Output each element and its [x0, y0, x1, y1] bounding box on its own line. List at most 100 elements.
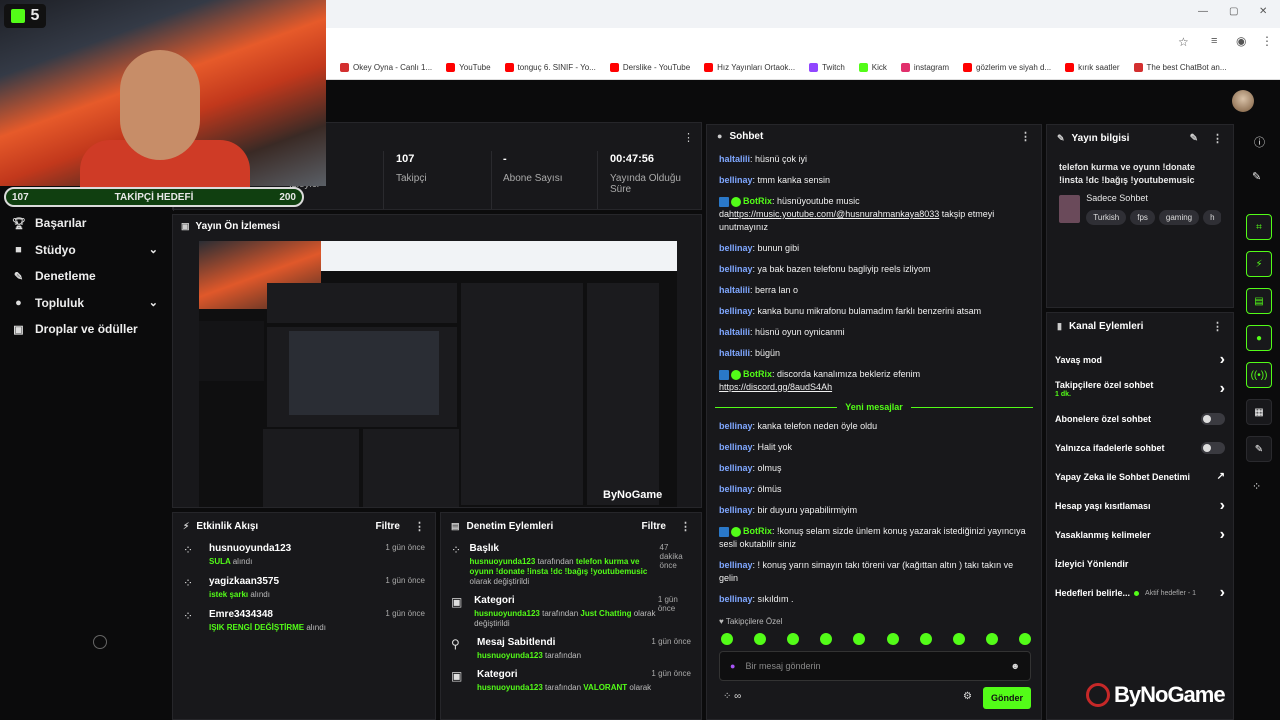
bookmark-item[interactable]: Kick — [858, 63, 887, 72]
bookmark-item[interactable]: tonguç 6. SINIF - Yo... — [504, 63, 596, 72]
info-icon[interactable]: ⓘ — [1254, 134, 1265, 150]
activity-event[interactable]: ⁘ husnuoyunda123 SULA alındı 1 gün önce — [173, 539, 435, 572]
emote[interactable] — [820, 633, 833, 645]
channel-action-item[interactable]: Yalnızca ifadelerle sohbet — [1047, 433, 1233, 462]
sidebar-item-moderation[interactable]: ✎ Denetleme — [0, 263, 172, 290]
channel-action-item[interactable]: Yasaklanmış kelimeler › — [1047, 520, 1233, 549]
chat-username[interactable]: BotRix — [743, 526, 772, 536]
chat-username[interactable]: bellinay — [719, 243, 753, 253]
chat-username[interactable]: bellinay — [719, 264, 753, 274]
bookmark-item[interactable]: YouTube — [446, 63, 491, 72]
sidebar-item-community[interactable]: ● Topluluk ⌄ — [0, 290, 172, 317]
chat-link[interactable]: https://music.youtube.com/@husnurahmanka… — [729, 209, 939, 219]
more-options-icon[interactable]: ⋮ — [1212, 320, 1223, 333]
chat-bubble-icon[interactable]: ● — [1246, 325, 1272, 351]
channel-action-item[interactable]: Yapay Zeka ile Sohbet Denetimi ↗ — [1047, 462, 1233, 491]
moderation-event[interactable]: ⚲ Mesaj Sabitlendi husnuoyunda123 tarafınd… — [441, 633, 701, 665]
chat-link[interactable]: https://discord.gg/8audS4Ah — [719, 382, 832, 392]
activity-filter-button[interactable]: Filtre — [376, 521, 400, 532]
chat-input[interactable]: ● Bir mesaj gönderin ☻ — [719, 651, 1031, 681]
document-icon[interactable]: ▤ — [1246, 288, 1272, 314]
chat-username[interactable]: BotRix — [743, 196, 772, 206]
stream-preview-video[interactable]: ByNoGame — [199, 241, 677, 507]
toggle-switch[interactable] — [1201, 412, 1225, 425]
star-icon[interactable]: ☆ — [1178, 35, 1189, 49]
more-options-icon[interactable]: ⋮ — [414, 520, 425, 533]
tag[interactable]: Turkish — [1086, 210, 1127, 225]
bookmark-item[interactable]: Derslike - YouTube — [609, 63, 690, 72]
channel-action-item[interactable]: Yavaş mod › — [1047, 345, 1233, 374]
more-options-icon[interactable]: ⋮ — [683, 131, 694, 144]
profile-icon[interactable]: ◉ — [1236, 34, 1246, 48]
gear-icon[interactable]: ⚙︎ — [963, 691, 972, 702]
bookmark-item[interactable]: gözlerim ve siyah d... — [963, 63, 1051, 72]
chat-username[interactable]: bellinay — [719, 463, 753, 473]
broadcast-icon[interactable]: ((•)) — [1246, 362, 1272, 388]
emote[interactable] — [1018, 633, 1031, 645]
sidebar-item-achievements[interactable]: 🏆︎ Başarılar — [0, 210, 172, 237]
avatar[interactable] — [1232, 90, 1254, 112]
users-icon[interactable]: ⁘ — [1252, 480, 1261, 493]
moderation-event[interactable]: ▣ Kategori husnuoyunda123 tarafından VALOR… — [441, 665, 701, 697]
sidebar-item-studio[interactable]: ■ Stüdyo ⌄ — [0, 237, 172, 264]
activity-event[interactable]: ⁘ yagizkaan3575 istek şarkı alındı 1 gün ön… — [173, 572, 435, 605]
emote[interactable] — [754, 633, 767, 645]
bookmark-item[interactable]: Hız Yayınları Ortaok... — [704, 63, 795, 72]
chat-username[interactable]: bellinay — [719, 594, 753, 604]
more-options-icon[interactable]: ⋮ — [1020, 130, 1031, 143]
emoji-picker-icon[interactable]: ☻ — [1011, 661, 1020, 671]
edit-icon[interactable]: ✎ — [1190, 133, 1198, 144]
activity-event[interactable]: ⁘ Emre3434348 IŞIK RENGİ DEĞİŞTİRME alındı… — [173, 605, 435, 638]
emote[interactable] — [853, 633, 866, 645]
address-bar[interactable]: ☆ ≡ ◉ ⋮ — [326, 28, 1280, 56]
more-options-icon[interactable]: ⋮ — [680, 520, 691, 533]
close-icon[interactable]: ✕ — [1259, 6, 1267, 17]
chat-username[interactable]: haltalili — [719, 327, 750, 337]
chat-username[interactable]: bellinay — [719, 505, 753, 515]
emote[interactable] — [787, 633, 800, 645]
bookmark-item[interactable]: Twitch — [809, 63, 845, 72]
chat-username[interactable]: bellinay — [719, 175, 753, 185]
chat-username[interactable]: haltalili — [719, 348, 750, 358]
channel-action-item[interactable]: Hesap yaşı kısıtlaması › — [1047, 491, 1233, 520]
chat-username[interactable]: bellinay — [719, 306, 753, 316]
bookmark-item[interactable]: Okey Oyna - Canlı 1... — [340, 63, 432, 72]
tag[interactable]: gaming — [1158, 210, 1200, 225]
chat-username[interactable]: bellinay — [719, 442, 753, 452]
channel-action-item[interactable]: Hedefleri belirle... Aktif hedefler - 1 › — [1047, 578, 1233, 608]
chat-username[interactable]: haltalili — [719, 285, 750, 295]
bookmark-item[interactable]: instagram — [900, 63, 949, 72]
channel-action-item[interactable]: İzleyici Yönlendir — [1047, 549, 1233, 578]
more-options-icon[interactable]: ⋮ — [1212, 132, 1223, 145]
infinity-icon[interactable]: ⁘ ∞ — [723, 691, 741, 702]
channel-action-item[interactable]: Takipçilere özel sohbet 1 dk. › — [1047, 374, 1233, 404]
emote[interactable] — [721, 633, 733, 645]
moderation-event[interactable]: ⁘ Başlık husnuoyunda123 tarafından telefon… — [441, 539, 701, 591]
toggle-switch[interactable] — [1201, 441, 1225, 454]
chat-username[interactable]: bellinay — [719, 421, 753, 431]
moderation-event[interactable]: ▣ Kategori husnuoyunda123 tarafından Just … — [441, 591, 701, 633]
maximize-icon[interactable]: ▢ — [1229, 6, 1238, 17]
tag[interactable]: h — [1203, 210, 1221, 225]
send-button[interactable]: Gönder — [983, 687, 1031, 709]
wrench-icon[interactable]: ✎ — [1246, 436, 1272, 462]
scan-icon[interactable]: ⌗ — [1246, 214, 1272, 240]
lightning-icon[interactable]: ⚡︎ — [1246, 251, 1272, 277]
edit-icon[interactable]: ✎ — [1252, 170, 1261, 183]
moderation-filter-button[interactable]: Filtre — [642, 521, 666, 532]
emote[interactable] — [985, 633, 998, 645]
emote[interactable] — [919, 633, 932, 645]
tag[interactable]: fps — [1130, 210, 1155, 225]
layout-icon[interactable]: ▦ — [1246, 399, 1272, 425]
sidebar-item-drops[interactable]: ▣ Droplar ve ödüller — [0, 316, 172, 343]
bookmark-item[interactable]: kırık saatler — [1065, 63, 1120, 72]
menu-icon[interactable]: ⋮ — [1261, 34, 1273, 48]
mic-icon[interactable]: ● — [730, 661, 735, 671]
emote[interactable] — [886, 633, 899, 645]
media-icon[interactable]: ≡ — [1211, 35, 1217, 47]
minimize-icon[interactable]: — — [1198, 6, 1208, 17]
chat-username[interactable]: BotRix — [743, 369, 772, 379]
chat-username[interactable]: bellinay — [719, 560, 753, 570]
emote[interactable] — [952, 633, 965, 645]
chat-username[interactable]: haltalili — [719, 154, 750, 164]
